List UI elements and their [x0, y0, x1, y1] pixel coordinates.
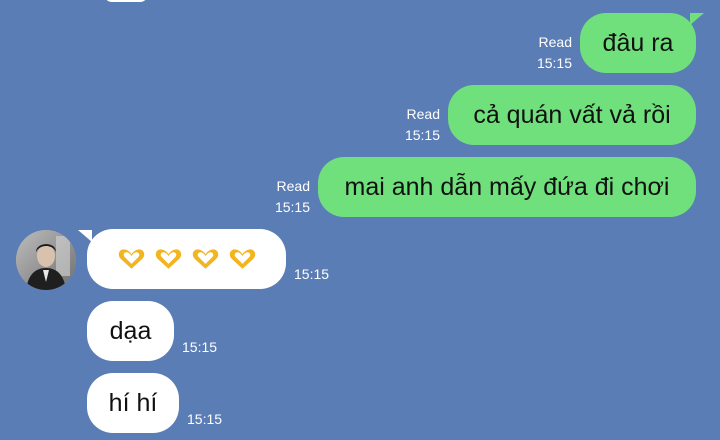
message-text: cả quán vất vả rồi [473, 100, 671, 129]
contact-photo [16, 230, 76, 290]
bubble-tail [78, 230, 92, 242]
message-text: hí hí [108, 388, 158, 417]
read-status: Read [406, 106, 440, 122]
message-time: 15:15 [404, 127, 440, 143]
previous-message-bubble[interactable] [104, 0, 148, 2]
incoming-message[interactable]: dạa [87, 301, 174, 361]
message-time: 15:15 [536, 55, 572, 71]
message-text: dạa [109, 316, 152, 345]
heart-hands-icon [192, 249, 218, 269]
incoming-message[interactable] [87, 229, 286, 289]
message-time: 15:15 [182, 339, 218, 355]
outgoing-message[interactable]: đâu ra [580, 13, 696, 73]
read-status: Read [538, 34, 572, 50]
bubble-tail [690, 13, 704, 25]
heart-hands-icon [229, 249, 255, 269]
heart-hands-icon [155, 249, 181, 269]
message-text: mai anh dẫn mấy đứa đi chơi [344, 172, 670, 201]
read-status: Read [276, 178, 310, 194]
incoming-message[interactable]: hí hí [87, 373, 179, 433]
heart-hands-icon [118, 249, 144, 269]
chat-view: Read 15:15 đâu ra Read 15:15 cả quán vất… [0, 0, 720, 440]
contact-avatar[interactable] [16, 230, 76, 290]
emoji-row [116, 247, 258, 271]
message-time: 15:15 [274, 199, 310, 215]
message-time: 15:15 [294, 266, 330, 282]
message-time: 15:15 [187, 411, 223, 427]
message-meta: Read 15:15 [396, 104, 440, 146]
message-meta: Read 15:15 [266, 176, 310, 218]
outgoing-message[interactable]: cả quán vất vả rồi [448, 85, 696, 145]
message-text: đâu ra [602, 28, 674, 57]
outgoing-message[interactable]: mai anh dẫn mấy đứa đi chơi [318, 157, 696, 217]
message-meta: Read 15:15 [528, 32, 572, 74]
